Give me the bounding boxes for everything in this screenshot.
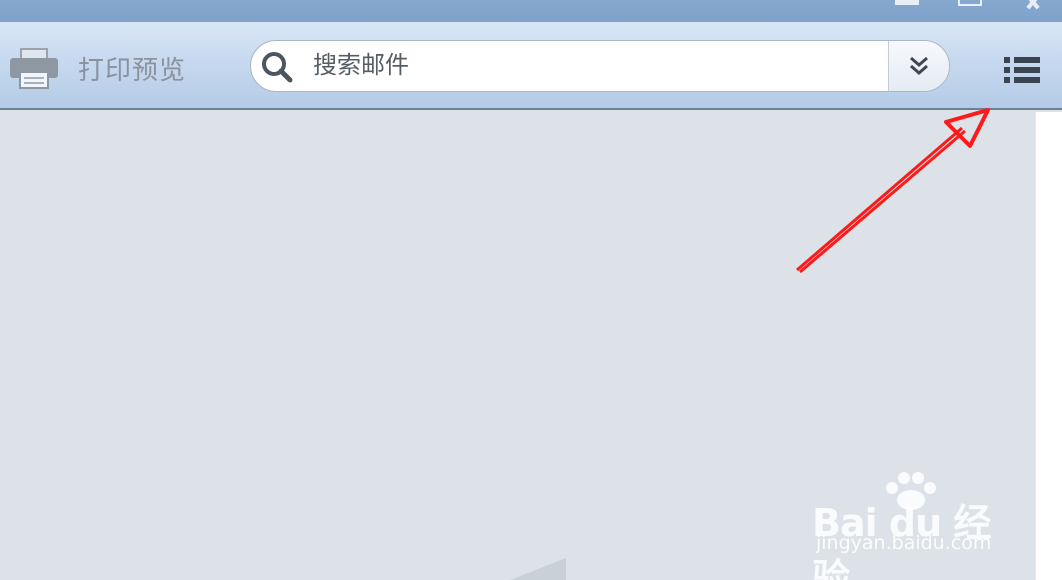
search-box — [250, 40, 950, 92]
printer-icon — [10, 48, 58, 89]
print-preview-button[interactable]: 打印预览 — [8, 46, 198, 90]
minimize-button[interactable] — [893, 0, 921, 8]
list-view-icon[interactable] — [1000, 52, 1044, 88]
title-bar — [0, 0, 1062, 22]
mail-client-window: 打印预览 搜索邮件 Bai du 经验 jingyan.baidu.com — [0, 0, 1062, 580]
toolbar: 打印预览 — [0, 22, 1062, 110]
print-preview-label: 打印预览 — [78, 55, 187, 86]
double-chevron-down-icon — [910, 56, 928, 75]
watermark-url: jingyan.baidu.com — [816, 532, 992, 554]
search-icon[interactable] — [259, 49, 295, 85]
search-input[interactable] — [313, 41, 883, 89]
watermark: Bai du 经验 jingyan.baidu.com — [812, 470, 1012, 580]
scrollbar-track[interactable] — [1035, 112, 1062, 580]
close-button[interactable] — [1018, 0, 1048, 8]
search-options-button[interactable] — [888, 41, 949, 91]
maximize-button[interactable] — [956, 0, 984, 8]
background-decoration — [510, 558, 566, 580]
